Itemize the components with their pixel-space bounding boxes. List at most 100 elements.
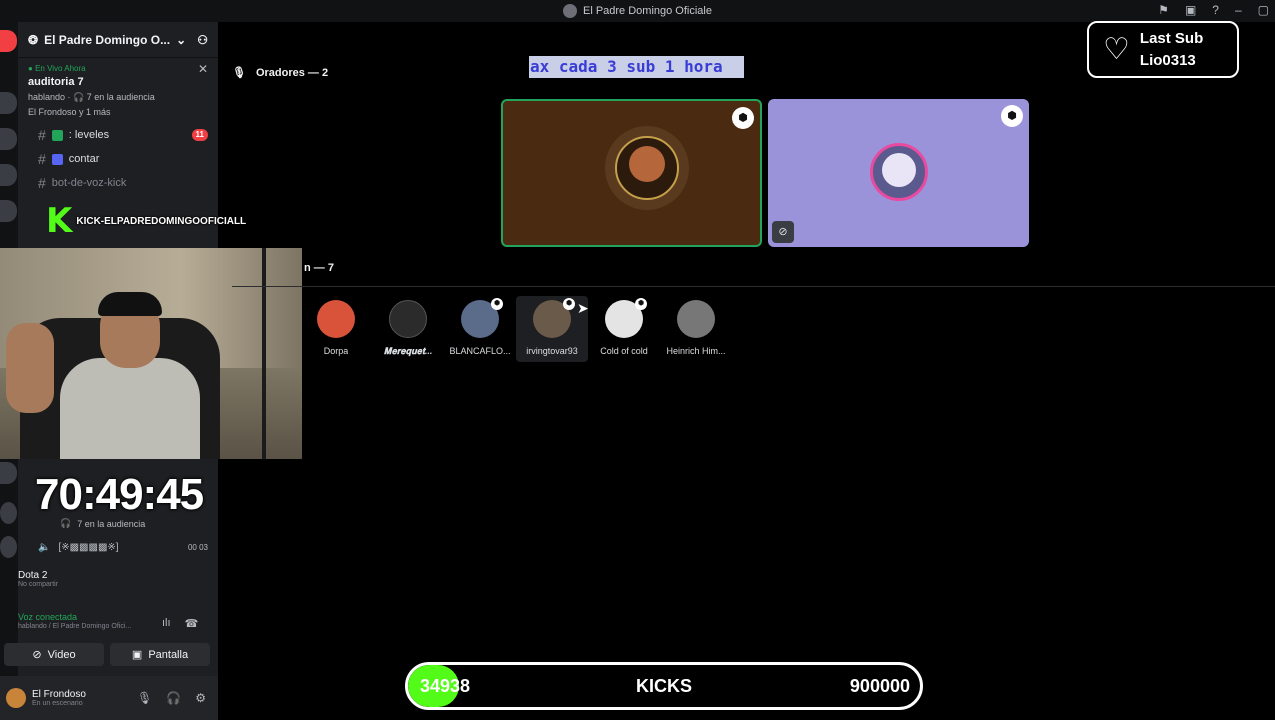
- voice-controls: ılı ☎: [162, 617, 198, 630]
- add-server-icon[interactable]: [0, 502, 17, 524]
- close-icon[interactable]: ✕: [198, 62, 208, 76]
- audience-member[interactable]: 𝐌𝐞𝐫𝐞𝐪𝐮𝐞𝐭...: [372, 296, 444, 362]
- speaker-tile[interactable]: ⬢ ⊘: [768, 99, 1029, 247]
- window-title: El Padre Domingo Oficiale: [562, 4, 712, 18]
- server-icon[interactable]: [0, 128, 17, 150]
- unread-badge: 11: [191, 129, 208, 141]
- kick-logo: K: [46, 201, 73, 241]
- video-off-icon: ⊘: [32, 649, 42, 661]
- audience-label: n — 7: [304, 262, 334, 274]
- audience-member[interactable]: Dorpa: [300, 296, 372, 362]
- avatar: ⬢: [461, 298, 503, 338]
- kicks-goal: 900000: [849, 676, 910, 696]
- speakers-header: 🎙 Oradores — 2: [232, 66, 329, 80]
- headphones-icon: 🎧: [60, 518, 72, 528]
- video-button[interactable]: ⊘ Video: [4, 643, 104, 666]
- help-icon[interactable]: ?: [1212, 3, 1219, 17]
- server-icon: ❂: [28, 32, 39, 47]
- member-name: Heinrich Him...: [666, 346, 726, 356]
- soundboard-icon[interactable]: [※▩▩▩▩※]: [58, 542, 118, 553]
- server-name: El Padre Domingo O...: [44, 32, 171, 47]
- moderator-shield-icon: ⬢: [1001, 105, 1023, 127]
- minimize-icon[interactable]: –: [1235, 3, 1242, 17]
- moderator-badge-icon: ⬢: [563, 298, 575, 310]
- channel-leveles[interactable]: # : leveles 11: [18, 123, 218, 147]
- kicks-label: KICKS: [635, 676, 692, 696]
- audience-member[interactable]: ⬢ Cold of cold: [588, 296, 660, 362]
- emoji-icon: [51, 129, 63, 141]
- server-icon[interactable]: [0, 164, 17, 186]
- emoji-icon: [51, 153, 63, 165]
- title-bar-icons: ⚑ ▣ ? – ▢: [1158, 3, 1269, 17]
- stream-timer: 70:49:45: [35, 470, 204, 519]
- disconnect-icon[interactable]: ☎: [185, 617, 199, 630]
- avatar[interactable]: [6, 688, 26, 708]
- user-name: El Frondoso: [32, 689, 86, 700]
- noise-suppression-icon[interactable]: ılı: [162, 617, 171, 630]
- screen-share-button[interactable]: ▣ Pantalla: [110, 643, 210, 666]
- member-name: 𝐌𝐞𝐫𝐞𝐪𝐮𝐞𝐭...: [383, 346, 433, 356]
- channel-bot-de-voz-kick[interactable]: # bot-de-voz-kick: [18, 171, 218, 195]
- video-label: Video: [47, 648, 76, 661]
- kicks-progress-bar: KICKS 34938 900000: [405, 662, 923, 710]
- server-icon[interactable]: [0, 200, 17, 222]
- server-icon[interactable]: [0, 462, 17, 484]
- server-icon[interactable]: [0, 30, 17, 52]
- server-icon[interactable]: [0, 92, 17, 114]
- live-members: El Frondoso y 1 más: [28, 107, 111, 117]
- server-header[interactable]: ❂ El Padre Domingo O... ⌄ ⚇: [18, 22, 218, 58]
- inbox-icon[interactable]: ▣: [1185, 3, 1196, 17]
- audience-count: 🎧 7 en la audiencia: [60, 518, 145, 529]
- speakers-label: Oradores — 2: [255, 66, 329, 79]
- chevron-down-icon: ⌄: [176, 32, 187, 47]
- gear-icon[interactable]: ⚙: [195, 691, 206, 705]
- volume-row: 🔈 [※▩▩▩▩※] 00 03: [38, 542, 208, 553]
- speaker-tile[interactable]: ⬢: [501, 99, 762, 247]
- audience-member[interactable]: Heinrich Him...: [660, 296, 732, 362]
- live-channel-name: auditoria 7: [28, 76, 84, 88]
- moderator-shield-icon: ⬢: [732, 107, 754, 129]
- channel-contar[interactable]: # contar: [18, 147, 218, 171]
- headphones-icon[interactable]: 🎧: [166, 691, 181, 705]
- channel-name: bot-de-voz-kick: [51, 177, 127, 189]
- last-sub-user: Lio0313: [1139, 51, 1196, 69]
- avatar: ⬢: [533, 298, 575, 338]
- audience-member[interactable]: ⬢ BLANCAFLO...: [444, 296, 516, 362]
- maximize-icon[interactable]: ▢: [1258, 3, 1269, 17]
- avatar: ⬢: [605, 298, 647, 338]
- live-stage-panel[interactable]: ● En Vivo Ahora auditoria 7 hablando · 🎧…: [18, 58, 218, 123]
- microphone-icon[interactable]: 🎙: [137, 691, 152, 705]
- add-member-icon[interactable]: ⚇: [197, 33, 208, 47]
- muted-microphone-icon: ⊘: [772, 221, 794, 243]
- avatar: [317, 300, 355, 338]
- app-window: El Padre Domingo Oficiale ⚑ ▣ ? – ▢ ❂ El…: [0, 0, 1275, 720]
- activity-game[interactable]: Dota 2 No compartir: [18, 570, 58, 588]
- discover-icon[interactable]: [0, 536, 17, 558]
- webcam-feed: [0, 248, 302, 459]
- live-dot-icon: ●: [28, 64, 36, 73]
- hash-icon: #: [38, 127, 46, 143]
- divider: [232, 286, 1275, 287]
- user-status: En un escenario: [32, 700, 83, 707]
- window-title-text: El Padre Domingo Oficiale: [582, 5, 712, 17]
- title-bar: El Padre Domingo Oficiale ⚑ ▣ ? – ▢: [0, 0, 1275, 22]
- kick-overlay: K KICK-ELPADREDOMINGOOFICIALL: [46, 201, 247, 241]
- member-name: irvingtovar93: [526, 346, 578, 356]
- screen-label: Pantalla: [148, 648, 189, 661]
- hash-icon: #: [38, 175, 46, 191]
- scrolling-ticker: ax cada 3 sub 1 hora: [529, 56, 744, 78]
- voice-connection[interactable]: Voz conectada hablando / El Padre Doming…: [18, 612, 131, 630]
- kick-channel-tag: KICK-ELPADREDOMINGOOFICIALL: [76, 215, 247, 227]
- audience-text: 7 en la audiencia: [77, 518, 146, 529]
- media-buttons: ⊘ Video ▣ Pantalla: [4, 643, 210, 666]
- microphone-icon: 🎙: [232, 67, 246, 79]
- avatar: [389, 300, 427, 338]
- game-subtitle: No compartir: [18, 581, 59, 588]
- mouse-cursor-icon: ➤: [577, 300, 589, 316]
- speaker-icon[interactable]: 🔈: [38, 542, 50, 553]
- live-status: En Vivo Ahora: [35, 64, 86, 73]
- user-panel: El Frondoso En un escenario 🎙 🎧 ⚙: [0, 676, 218, 720]
- server-logo-icon: [562, 4, 577, 18]
- flag-icon[interactable]: ⚑: [1158, 3, 1169, 17]
- audience-list: Dorpa 𝐌𝐞𝐫𝐞𝐪𝐮𝐞𝐭... ⬢ BLANCAFLO... ⬢ irvin…: [300, 296, 732, 362]
